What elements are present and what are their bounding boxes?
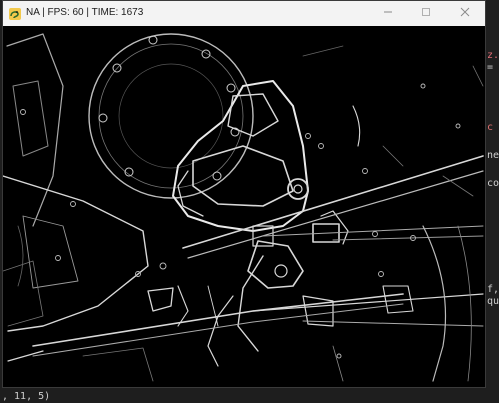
background-editor-bottom-strip: , 11, 5) bbox=[0, 390, 499, 403]
background-editor-right-strip: z.l = c new co f, qua bbox=[486, 0, 499, 403]
code-fragment-1: z.l bbox=[487, 50, 499, 61]
window-title: NA | FPS: 60 | TIME: 1673 bbox=[26, 7, 144, 18]
edge-detection-image bbox=[3, 26, 485, 387]
code-fragment-4: new bbox=[487, 150, 499, 161]
pygame-snake-icon bbox=[8, 6, 22, 20]
minimize-icon bbox=[383, 7, 393, 20]
close-icon bbox=[460, 7, 470, 20]
title-bar[interactable]: NA | FPS: 60 | TIME: 1673 bbox=[3, 1, 485, 27]
code-fragment-2: = bbox=[487, 62, 494, 73]
code-fragment-bottom: , 11, 5) bbox=[2, 391, 51, 402]
maximize-button[interactable] bbox=[407, 1, 445, 26]
app-window[interactable]: NA | FPS: 60 | TIME: 1673 bbox=[2, 0, 486, 388]
close-button[interactable] bbox=[446, 1, 484, 26]
code-fragment-6: f, bbox=[487, 284, 499, 295]
maximize-icon bbox=[421, 7, 431, 20]
code-fragment-3: c bbox=[487, 122, 494, 133]
game-viewport[interactable] bbox=[3, 26, 485, 387]
minimize-button[interactable] bbox=[369, 1, 407, 26]
code-fragment-5: co bbox=[487, 178, 499, 189]
code-fragment-7: qua bbox=[487, 296, 499, 307]
